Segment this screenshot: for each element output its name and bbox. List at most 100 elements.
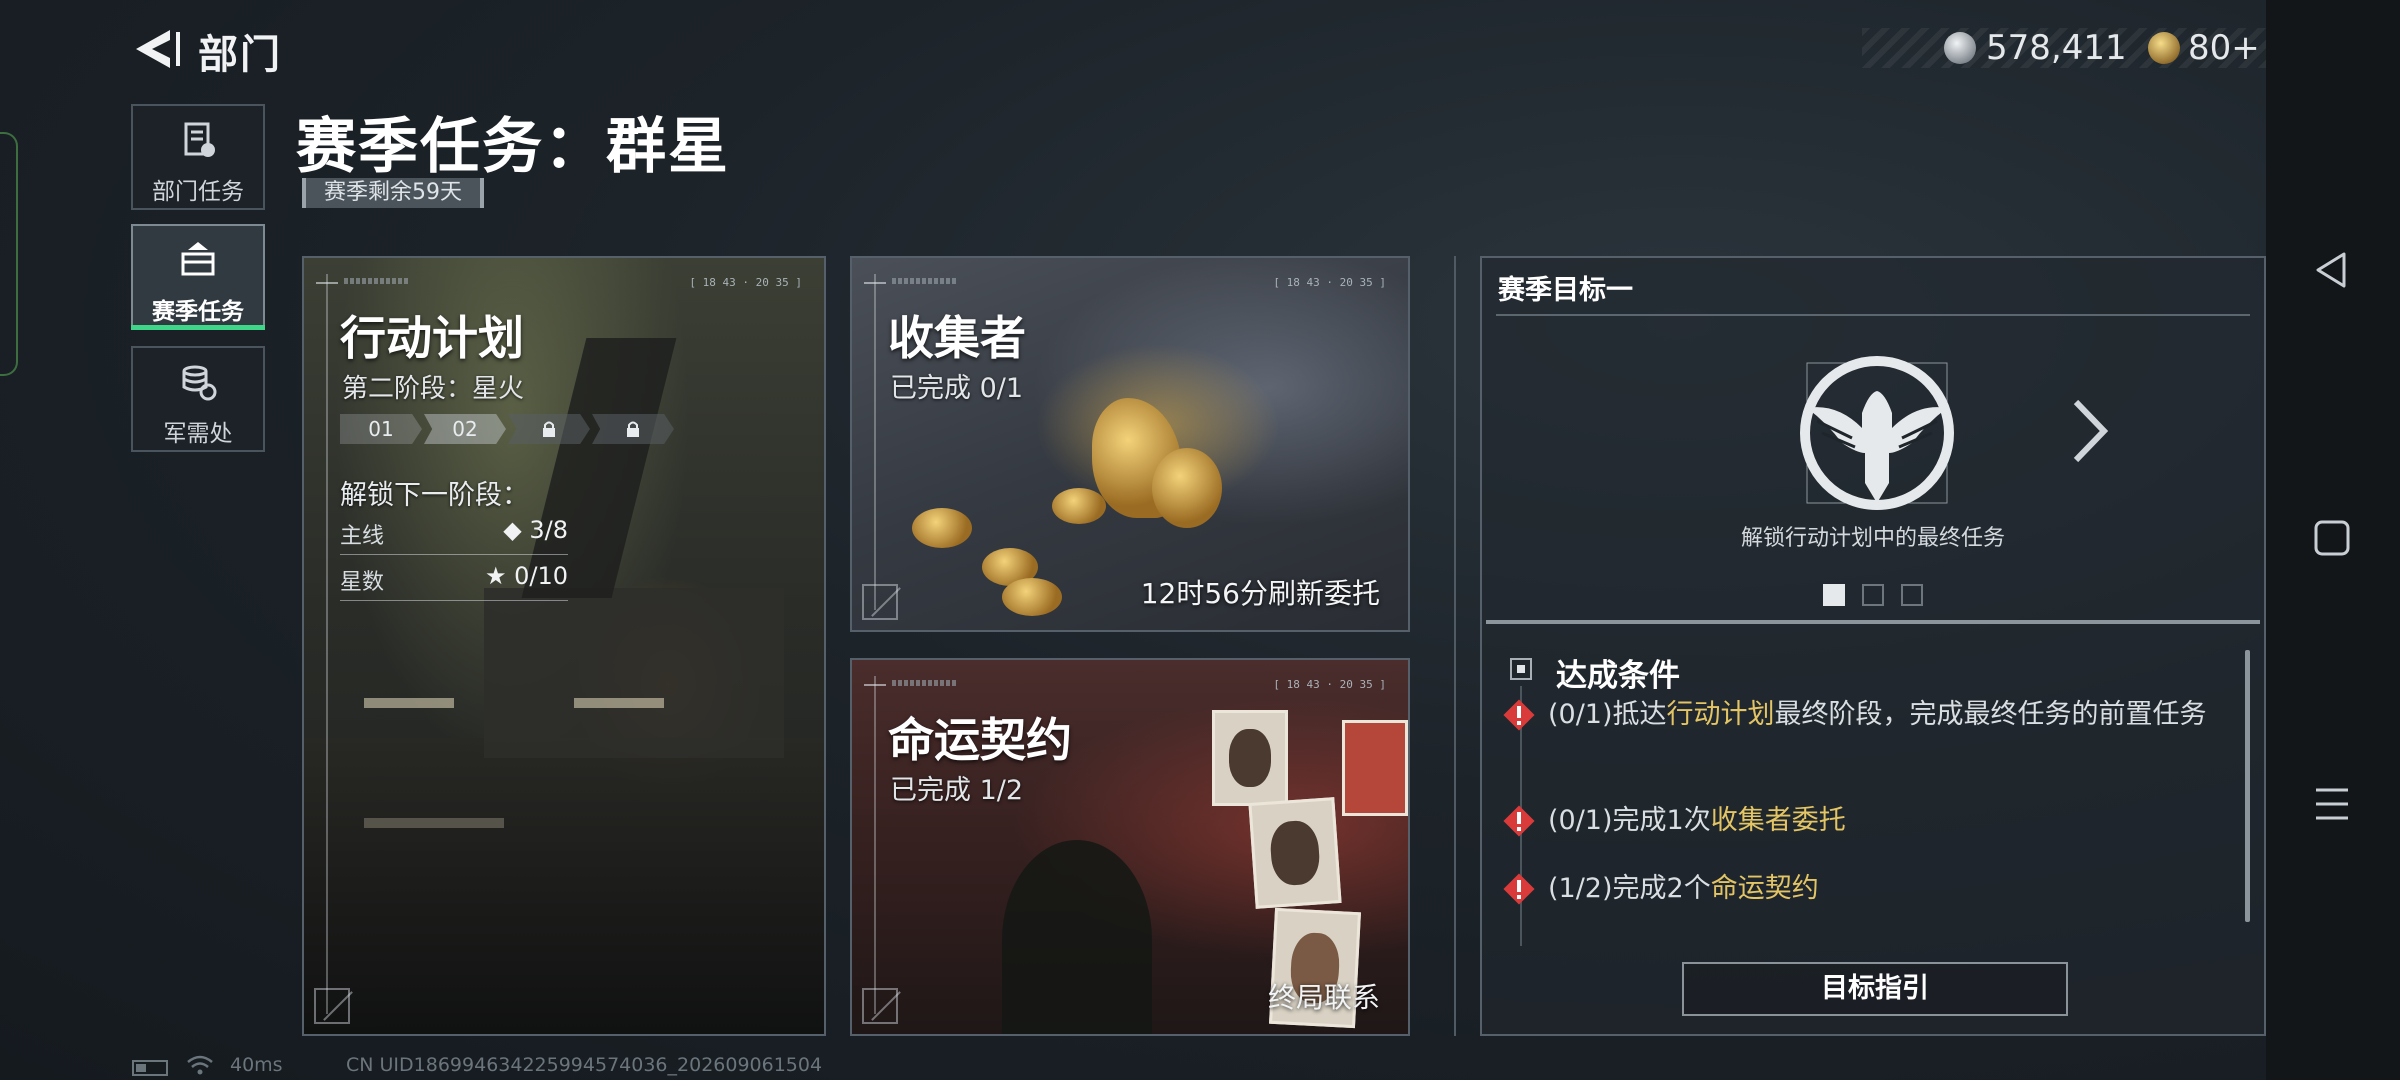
gold-coin-art — [1002, 578, 1062, 616]
page-indicator-active[interactable] — [1823, 584, 1845, 606]
warning-icon — [1503, 873, 1535, 905]
page-header-title: 部门 — [198, 32, 282, 78]
card-timestamp: [ 18 43 · 20 35 ] — [1273, 276, 1386, 289]
stage-02: 02 — [424, 414, 506, 444]
building-art — [304, 738, 824, 1034]
nav-season-tasks[interactable]: 赛季任务 — [131, 224, 265, 330]
gold-currency-value: 80+ — [2188, 28, 2260, 68]
lock-icon — [627, 421, 639, 437]
card-progress: 已完成 0/1 — [890, 373, 1024, 404]
silver-coin-icon — [1944, 32, 1976, 64]
figure-art — [1002, 840, 1152, 1034]
card-tag — [344, 278, 408, 284]
ping-readout: 40ms — [230, 1054, 283, 1076]
card-phase: 第二阶段：星火 — [342, 374, 525, 404]
tower-art — [521, 338, 677, 598]
divider — [1454, 256, 1456, 1036]
card-title: 收集者 — [888, 311, 1026, 365]
system-back-icon[interactable] — [2310, 248, 2354, 292]
gold-cup-art — [1152, 448, 1222, 528]
photo-art — [1212, 710, 1288, 806]
frame-line — [316, 282, 338, 284]
lock-icon — [543, 421, 555, 437]
document-icon — [184, 122, 215, 157]
stage-01: 01 — [340, 414, 422, 444]
card-fate-contract[interactable]: [ 18 43 · 20 35 ] 命运契约 已完成 1/2 终局联系 — [850, 658, 1410, 1036]
warning-icon — [1503, 805, 1535, 837]
stage-locked — [592, 414, 674, 444]
card-collector[interactable]: [ 18 43 · 20 35 ] 收集者 已完成 0/1 12时56分刷新委托 — [850, 256, 1410, 632]
conditions-list[interactable]: (0/1)抵达行动计划最终阶段，完成最终任务的前置任务 (0/1)完成1次收集者… — [1482, 688, 2242, 910]
frame-line — [864, 684, 886, 686]
frame-line — [874, 676, 876, 1014]
frame-line — [864, 282, 886, 284]
panel-separator — [1486, 620, 2260, 624]
card-action-plan[interactable]: [ 18 43 · 20 35 ] 行动计划 第二阶段：星火 01 02 解锁下… — [302, 256, 826, 1036]
battery-icon — [132, 1060, 168, 1076]
next-goal-arrow[interactable] — [2070, 396, 2110, 466]
page-indicator[interactable] — [1862, 584, 1884, 606]
panel-title: 赛季目标一 — [1498, 275, 1633, 306]
frame-line — [874, 274, 876, 610]
nav-label: 赛季任务 — [152, 299, 244, 325]
condition-text: (0/1)抵达 — [1548, 699, 1667, 730]
side-overlay-handle[interactable] — [0, 132, 18, 376]
progress-row-main: 主线 ◆ 3/8 — [340, 516, 568, 555]
frame-line — [326, 274, 328, 1014]
silver-currency-value: 578,411 — [1986, 28, 2127, 68]
conditions-icon — [1510, 658, 1532, 680]
eagle-emblem-icon — [1800, 356, 1954, 510]
card-title: 命运契约 — [888, 713, 1072, 767]
expand-corner-icon — [862, 988, 898, 1024]
card-tag — [892, 278, 956, 284]
card-timestamp: [ 18 43 · 20 35 ] — [1273, 678, 1386, 691]
nav-quartermaster[interactable]: 军需处 — [131, 346, 265, 452]
window-light — [364, 698, 454, 708]
briefcase-icon — [181, 242, 215, 276]
final-contact-label: 终局联系 — [1267, 981, 1380, 1014]
nav-department-tasks[interactable]: 部门任务 — [131, 104, 265, 210]
gold-coin-art — [912, 508, 972, 548]
poster-art — [1342, 720, 1408, 816]
condition-item: (0/1)完成1次收集者委托 — [1548, 800, 2218, 842]
condition-highlight: 收集者委托 — [1710, 805, 1846, 836]
condition-text: (0/1)完成1次 — [1548, 805, 1711, 836]
gold-coin-icon — [2148, 32, 2180, 64]
progress-row-stars: 星数 ★ 0/10 — [340, 562, 568, 601]
season-title: 赛季任务：群星 — [296, 112, 730, 182]
conditions-scrollbar[interactable] — [2245, 650, 2250, 922]
row-value: ◆ 3/8 — [503, 516, 568, 544]
window-light — [574, 698, 664, 708]
condition-item: (1/2)完成2个命运契约 — [1548, 868, 2218, 910]
season-goal-panel: 赛季目标一 解锁行动计划中的最终任务 达成条件 (0/1)抵达行动计划最终阶段，… — [1480, 256, 2266, 1036]
goal-description: 解锁行动计划中的最终任务 — [1740, 526, 2005, 551]
stage-progress: 01 02 — [340, 414, 680, 444]
row-value: ★ 0/10 — [484, 562, 568, 590]
card-title: 行动计划 — [340, 311, 524, 365]
photo-art — [1248, 797, 1342, 909]
system-menu-icon[interactable] — [2310, 782, 2354, 826]
nav-label: 军需处 — [163, 421, 233, 447]
card-tag — [892, 680, 956, 686]
card-progress: 已完成 1/2 — [890, 775, 1024, 806]
condition-item: (0/1)抵达行动计划最终阶段，完成最终任务的前置任务 — [1548, 694, 2218, 736]
unlock-next-label: 解锁下一阶段： — [340, 480, 529, 511]
system-home-icon[interactable] — [2310, 516, 2354, 560]
building-art — [484, 588, 784, 758]
stage-locked — [508, 414, 590, 444]
page-indicator[interactable] — [1901, 584, 1923, 606]
condition-highlight: 行动计划 — [1666, 699, 1775, 730]
goal-guide-button[interactable]: 目标指引 — [1682, 962, 2068, 1016]
back-arrow-icon — [136, 30, 180, 68]
wifi-icon — [187, 1055, 213, 1075]
season-remaining-badge: 赛季剩余59天 — [302, 178, 484, 208]
panel-divider — [1496, 314, 2250, 316]
warning-icon — [1503, 699, 1535, 731]
expand-corner-icon — [862, 584, 898, 620]
gold-coin-art — [1052, 488, 1106, 524]
condition-text: 最终阶段，完成最终任务的前置任务 — [1774, 699, 2207, 730]
nav-label: 部门任务 — [152, 179, 244, 205]
window-light — [364, 818, 504, 828]
row-key: 星数 — [340, 570, 385, 595]
back-button[interactable] — [130, 26, 190, 72]
